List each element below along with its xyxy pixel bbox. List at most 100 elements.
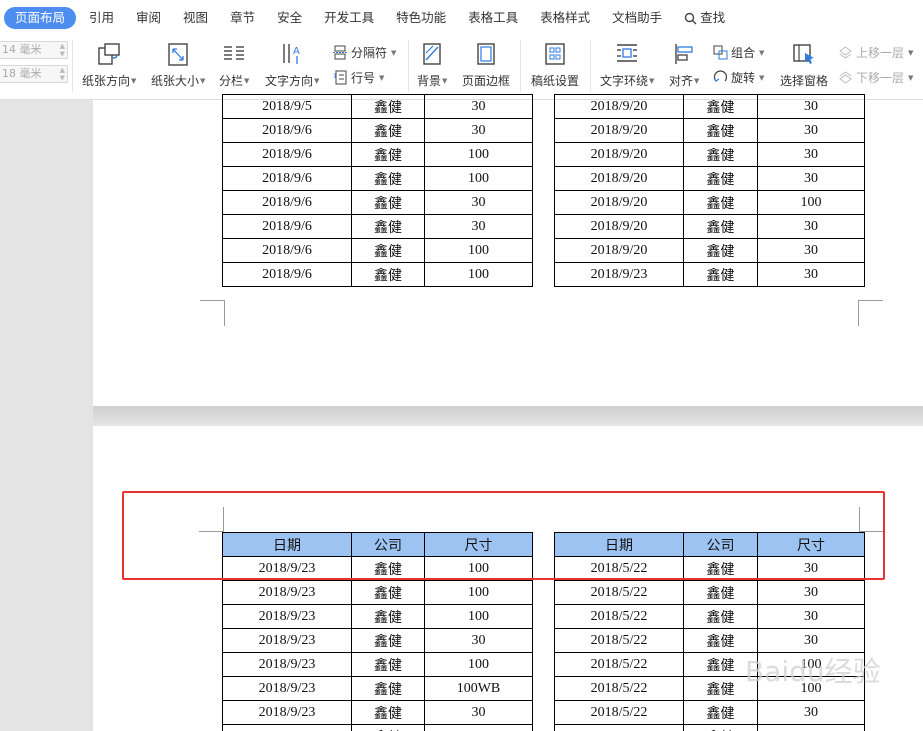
table-cell[interactable]: 30 (757, 262, 865, 287)
margin-spinner-icon[interactable]: ▲ ▼ (60, 66, 65, 82)
tab-4[interactable]: 章节 (219, 7, 266, 29)
separator-button[interactable]: 分隔符 ▼ (333, 44, 396, 61)
table-cell[interactable]: 2018/9/23 (554, 262, 684, 287)
paper-size-button[interactable]: 纸张大小▼ (151, 40, 205, 89)
table-cell[interactable]: 2018/9/23 (222, 580, 352, 605)
table-cell[interactable]: 鑫健 (351, 142, 425, 167)
table-cell[interactable]: 鑫健 (683, 118, 758, 143)
table-cell[interactable]: 30 (424, 214, 533, 239)
table-cell[interactable]: 鑫健 (351, 166, 425, 191)
table-cell[interactable]: 30 (424, 94, 533, 119)
table-cell[interactable]: 2018/9/23 (222, 724, 352, 731)
table-cell[interactable]: 2018/9/23 (222, 628, 352, 653)
table-cell[interactable]: 100 (424, 724, 533, 731)
table-cell[interactable]: 100 (424, 142, 533, 167)
table-cell[interactable]: 2018/9/20 (554, 94, 684, 119)
tab-2[interactable]: 审阅 (125, 7, 172, 29)
tab-0[interactable]: 页面布局 (4, 7, 77, 29)
table-cell[interactable]: 鑫健 (683, 238, 758, 263)
table-cell[interactable]: 鑫健 (351, 238, 425, 263)
table-cell[interactable]: 100 (424, 166, 533, 191)
bring-forward-button[interactable]: 上移一层 ▼ (838, 44, 913, 61)
tab-1[interactable]: 引用 (78, 7, 125, 29)
table-cell[interactable]: 100 (424, 262, 533, 287)
table-cell[interactable]: 30 (424, 628, 533, 653)
background-button[interactable]: 背景▼ (417, 40, 447, 89)
table-cell[interactable]: 鑫健 (351, 724, 425, 731)
tab-5[interactable]: 安全 (266, 7, 313, 29)
table-cell[interactable]: 鑫健 (351, 94, 425, 119)
table-cell[interactable]: 30 (424, 190, 533, 215)
tab-8[interactable]: 表格工具 (457, 7, 529, 29)
table-cell[interactable]: 2018/9/20 (554, 118, 684, 143)
table-cell[interactable]: 鑫健 (683, 262, 758, 287)
table-cell[interactable]: 鑫健 (351, 676, 425, 701)
tab-10[interactable]: 文档助手 (601, 7, 673, 29)
table-cell[interactable]: 2018/9/20 (554, 190, 684, 215)
table-cell[interactable]: 30 (757, 580, 865, 605)
table-cell[interactable]: 30 (757, 94, 865, 119)
table-cell[interactable]: 鑫健 (351, 190, 425, 215)
table-cell[interactable]: 2018/5/22 (554, 604, 684, 629)
columns-button[interactable]: 分栏▼ (219, 40, 249, 89)
table-cell[interactable]: 鑫健 (683, 94, 758, 119)
table-cell[interactable]: 鑫健 (683, 166, 758, 191)
align-button[interactable]: 对齐▼ (669, 40, 699, 89)
table-cell[interactable]: 2018/9/20 (554, 214, 684, 239)
table-cell[interactable]: 2018/9/6 (222, 142, 352, 167)
table-cell[interactable]: 鑫健 (351, 628, 425, 653)
table-cell[interactable]: 30 (757, 142, 865, 167)
table-cell[interactable]: 鑫健 (351, 700, 425, 725)
page1-left-table[interactable]: 2018/9/5 鑫健 30 2018/9/6 鑫健 30 2018/9/6 鑫健 100 201… (222, 94, 533, 287)
page1-right-table[interactable]: 2018/9/20 鑫健 30 2018/9/20 鑫健 30 2018/9/20 鑫健 30 2… (554, 94, 865, 287)
table-cell[interactable]: 鑫健 (683, 214, 758, 239)
bottom-margin-input[interactable]: 18 毫米 ▲ ▼ (0, 65, 68, 83)
table-cell[interactable]: 30 (757, 166, 865, 191)
table-cell[interactable]: 30 (757, 628, 865, 653)
table-cell[interactable]: 2018/9/6 (222, 118, 352, 143)
table-cell[interactable]: 鑫健 (351, 604, 425, 629)
table-cell[interactable]: 2018/5/22 (554, 652, 684, 677)
table-cell[interactable]: 鑫健 (683, 700, 758, 725)
group-button[interactable]: 组合 ▼ (713, 44, 764, 61)
table-cell[interactable]: 2018/9/23 (222, 652, 352, 677)
tab-7[interactable]: 特色功能 (385, 7, 457, 29)
margin-spinner-icon[interactable]: ▲ ▼ (60, 42, 65, 58)
table-cell[interactable]: 100 (424, 580, 533, 605)
text-wrap-button[interactable]: 文字环绕▼ (600, 40, 654, 89)
table-cell[interactable]: 2018/9/6 (222, 262, 352, 287)
table-cell[interactable]: 30 (757, 238, 865, 263)
table-cell[interactable]: 2018/9/5 (222, 94, 352, 119)
table-cell[interactable]: 2018/9/6 (222, 238, 352, 263)
text-direction-button[interactable]: A 文字方向▼ (265, 40, 319, 89)
table-cell[interactable]: 2018/5/22 (554, 676, 684, 701)
table-cell[interactable]: 2018/9/6 (222, 166, 352, 191)
table-cell[interactable]: 鑫健 (351, 262, 425, 287)
table-cell[interactable]: 2018/9/6 (222, 190, 352, 215)
send-backward-button[interactable]: 下移一层 ▼ (838, 69, 913, 86)
table-cell[interactable]: 30 (757, 118, 865, 143)
table-cell[interactable]: 鑫健 (351, 118, 425, 143)
table-cell[interactable]: 鑫健 (683, 580, 758, 605)
orientation-button[interactable]: 纸张方向▼ (82, 40, 136, 89)
table-cell[interactable]: 鑫健 (683, 604, 758, 629)
table-cell[interactable]: 30 (757, 604, 865, 629)
table-cell[interactable]: 30 (757, 700, 865, 725)
table-cell[interactable]: 100WB (424, 676, 533, 701)
table-cell[interactable]: 2018/5/22 (554, 724, 684, 731)
table-cell[interactable]: 2018/9/23 (222, 676, 352, 701)
page-border-button[interactable]: 页面边框 (462, 40, 510, 89)
table-cell[interactable]: 100 (424, 652, 533, 677)
tab-9[interactable]: 表格样式 (529, 7, 601, 29)
table-cell[interactable]: 30 (424, 118, 533, 143)
rotate-button[interactable]: 旋转 ▼ (713, 69, 764, 86)
table-cell[interactable]: 100 (424, 238, 533, 263)
table-cell[interactable]: 2018/5/22 (554, 700, 684, 725)
table-cell[interactable]: 2018/9/23 (222, 700, 352, 725)
table-cell[interactable]: 鑫健 (351, 214, 425, 239)
table-cell[interactable]: 鑫健 (683, 724, 758, 731)
tab-3[interactable]: 视图 (172, 7, 219, 29)
tab-6[interactable]: 开发工具 (313, 7, 385, 29)
table-cell[interactable]: 30 (757, 214, 865, 239)
table-cell[interactable]: 2018/9/6 (222, 214, 352, 239)
